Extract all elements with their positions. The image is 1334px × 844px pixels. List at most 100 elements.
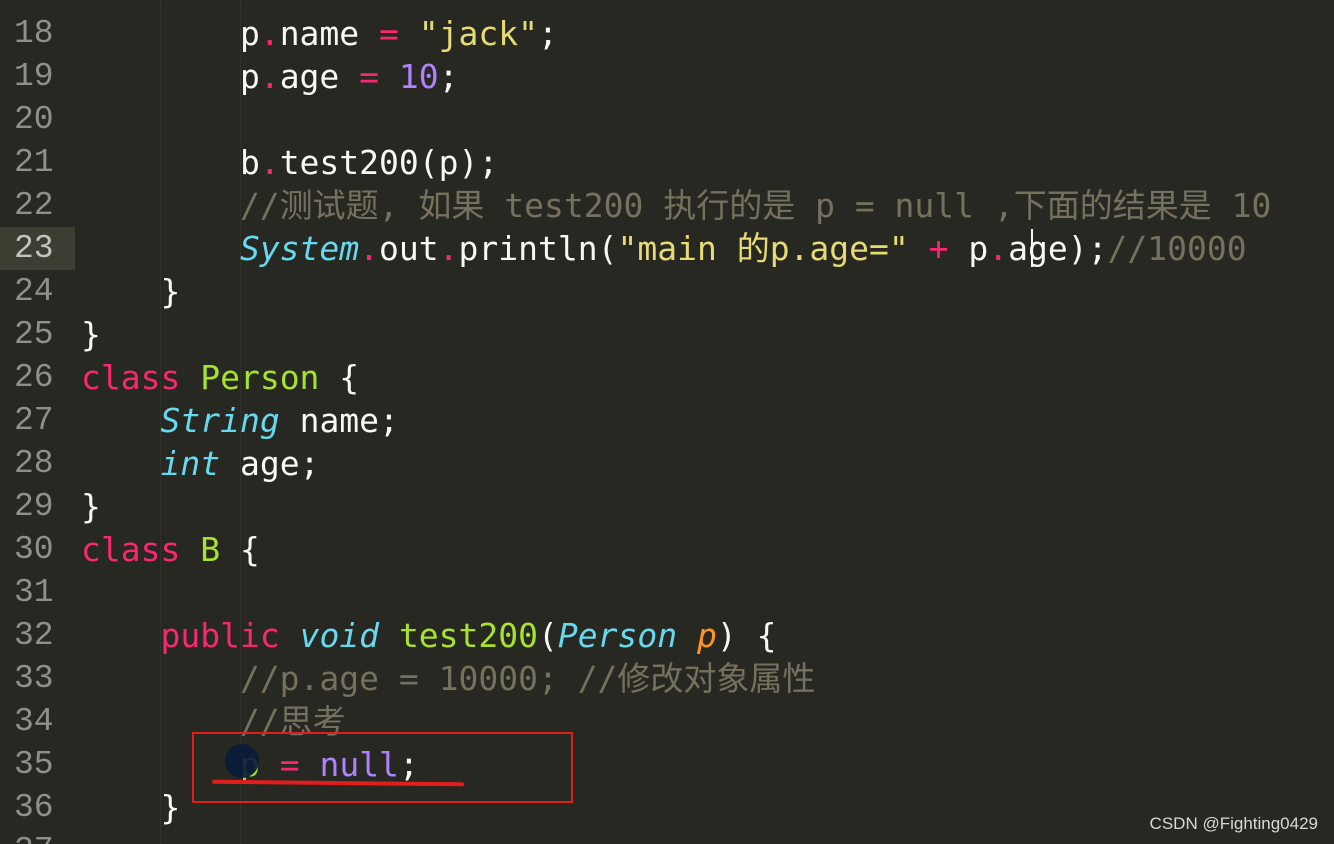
code-line[interactable]: 23 System.out.println("main 的p.age=" + p… <box>0 227 1334 270</box>
code-line[interactable]: 21 b.test200(p); <box>0 141 1334 184</box>
code-token: ( <box>538 616 558 655</box>
code-editor[interactable]: 18 p.name = "jack"; 19 p.age = 10; 20 21 b.… <box>0 0 1334 844</box>
line-number: 25 <box>14 316 54 353</box>
code-text[interactable]: } <box>81 786 180 829</box>
code-token: int <box>160 444 221 483</box>
code-line[interactable]: 27 String name; <box>0 399 1334 442</box>
code-text[interactable]: b.test200(p); <box>81 141 498 184</box>
code-token: age; <box>220 444 320 483</box>
code-line[interactable]: 24 } <box>0 270 1334 313</box>
code-line[interactable]: 37 <box>0 829 1334 844</box>
code-token: Person <box>557 616 678 655</box>
code-line[interactable]: 31 <box>0 571 1334 614</box>
code-token: name; <box>279 401 399 440</box>
code-token: String <box>160 401 280 440</box>
code-text[interactable]: //p.age = 10000; //修改对象属性 <box>81 657 816 700</box>
code-token: System <box>239 229 360 268</box>
code-line[interactable]: 18 p.name = "jack"; <box>0 12 1334 55</box>
line-number: 18 <box>14 15 54 52</box>
code-token: = <box>359 57 380 96</box>
code-token: p <box>696 616 717 655</box>
code-token: p <box>81 14 260 53</box>
code-token: 10 <box>398 57 439 96</box>
code-token: age); <box>1008 229 1108 268</box>
code-token: ; <box>438 57 459 96</box>
code-token: } <box>81 272 181 311</box>
code-token: "jack" <box>418 14 538 53</box>
line-number: 35 <box>14 746 54 783</box>
code-token: public <box>160 616 280 655</box>
line-number: 24 <box>14 273 54 310</box>
code-token: test200 <box>398 616 539 655</box>
code-text[interactable]: System.out.println("main 的p.age=" + p.ag… <box>81 227 1247 270</box>
line-number: 23 <box>0 227 75 270</box>
code-token: . <box>259 143 280 182</box>
code-text[interactable]: //测试题, 如果 test200 执行的是 p = null ,下面的结果是 … <box>81 184 1271 227</box>
line-number: 34 <box>14 703 54 740</box>
code-line[interactable]: 33 //p.age = 10000; //修改对象属性 <box>0 657 1334 700</box>
code-token: . <box>988 229 1009 268</box>
code-token: } <box>81 315 101 354</box>
code-line[interactable]: 19 p.age = 10; <box>0 55 1334 98</box>
annotation-highlight-box <box>192 732 573 803</box>
code-token: name <box>279 14 380 53</box>
code-text[interactable]: int age; <box>81 442 319 485</box>
code-line[interactable]: 32 public void test200(Person p) { <box>0 614 1334 657</box>
code-text[interactable]: } <box>81 485 101 528</box>
code-token: test200(p); <box>279 143 499 182</box>
code-token: p <box>81 57 260 96</box>
code-line[interactable]: 28 int age; <box>0 442 1334 485</box>
code-text[interactable]: } <box>81 313 101 356</box>
code-token: ; <box>538 14 558 53</box>
line-number: 26 <box>14 359 54 396</box>
code-token: . <box>438 229 459 268</box>
line-number: 31 <box>14 574 54 611</box>
line-number: 19 <box>14 58 54 95</box>
code-token: . <box>359 229 380 268</box>
code-token: { <box>319 358 360 397</box>
code-token: + <box>928 229 949 268</box>
code-line[interactable]: 22 //测试题, 如果 test200 执行的是 p = null ,下面的结… <box>0 184 1334 227</box>
code-line[interactable]: 30 class B { <box>0 528 1334 571</box>
code-text[interactable]: class B { <box>81 528 260 571</box>
line-number: 32 <box>14 617 54 654</box>
line-number: 28 <box>14 445 54 482</box>
line-number: 21 <box>14 144 54 181</box>
code-text[interactable]: p.age = 10; <box>81 55 459 98</box>
code-token: //10000 <box>1107 229 1247 268</box>
code-line[interactable]: 20 <box>0 98 1334 141</box>
code-line[interactable]: 29} <box>0 485 1334 528</box>
line-number: 20 <box>14 101 54 138</box>
code-token: "main 的p.age=" <box>617 229 909 268</box>
code-line[interactable]: 26 class Person { <box>0 356 1334 399</box>
code-token: //测试题, 如果 test200 执行的是 p = null ,下面的结果是 … <box>81 186 1272 225</box>
code-line[interactable]: 25} <box>0 313 1334 356</box>
code-text[interactable]: } <box>81 270 180 313</box>
code-text[interactable]: public void test200(Person p) { <box>81 614 776 657</box>
code-text[interactable]: class Person { <box>81 356 359 399</box>
line-number: 36 <box>14 789 54 826</box>
text-cursor <box>1031 229 1033 267</box>
line-number: 33 <box>14 660 54 697</box>
code-text[interactable]: String name; <box>81 399 399 442</box>
code-token: b <box>81 143 260 182</box>
code-token: class <box>81 358 181 397</box>
code-token: p <box>948 229 989 268</box>
code-text[interactable]: p.name = "jack"; <box>81 12 558 55</box>
line-number: 30 <box>14 531 54 568</box>
line-number: 29 <box>14 488 54 525</box>
code-token: Person <box>200 358 320 397</box>
code-token: } <box>81 788 181 827</box>
code-token: . <box>259 14 280 53</box>
line-number: 37 <box>0 829 75 844</box>
